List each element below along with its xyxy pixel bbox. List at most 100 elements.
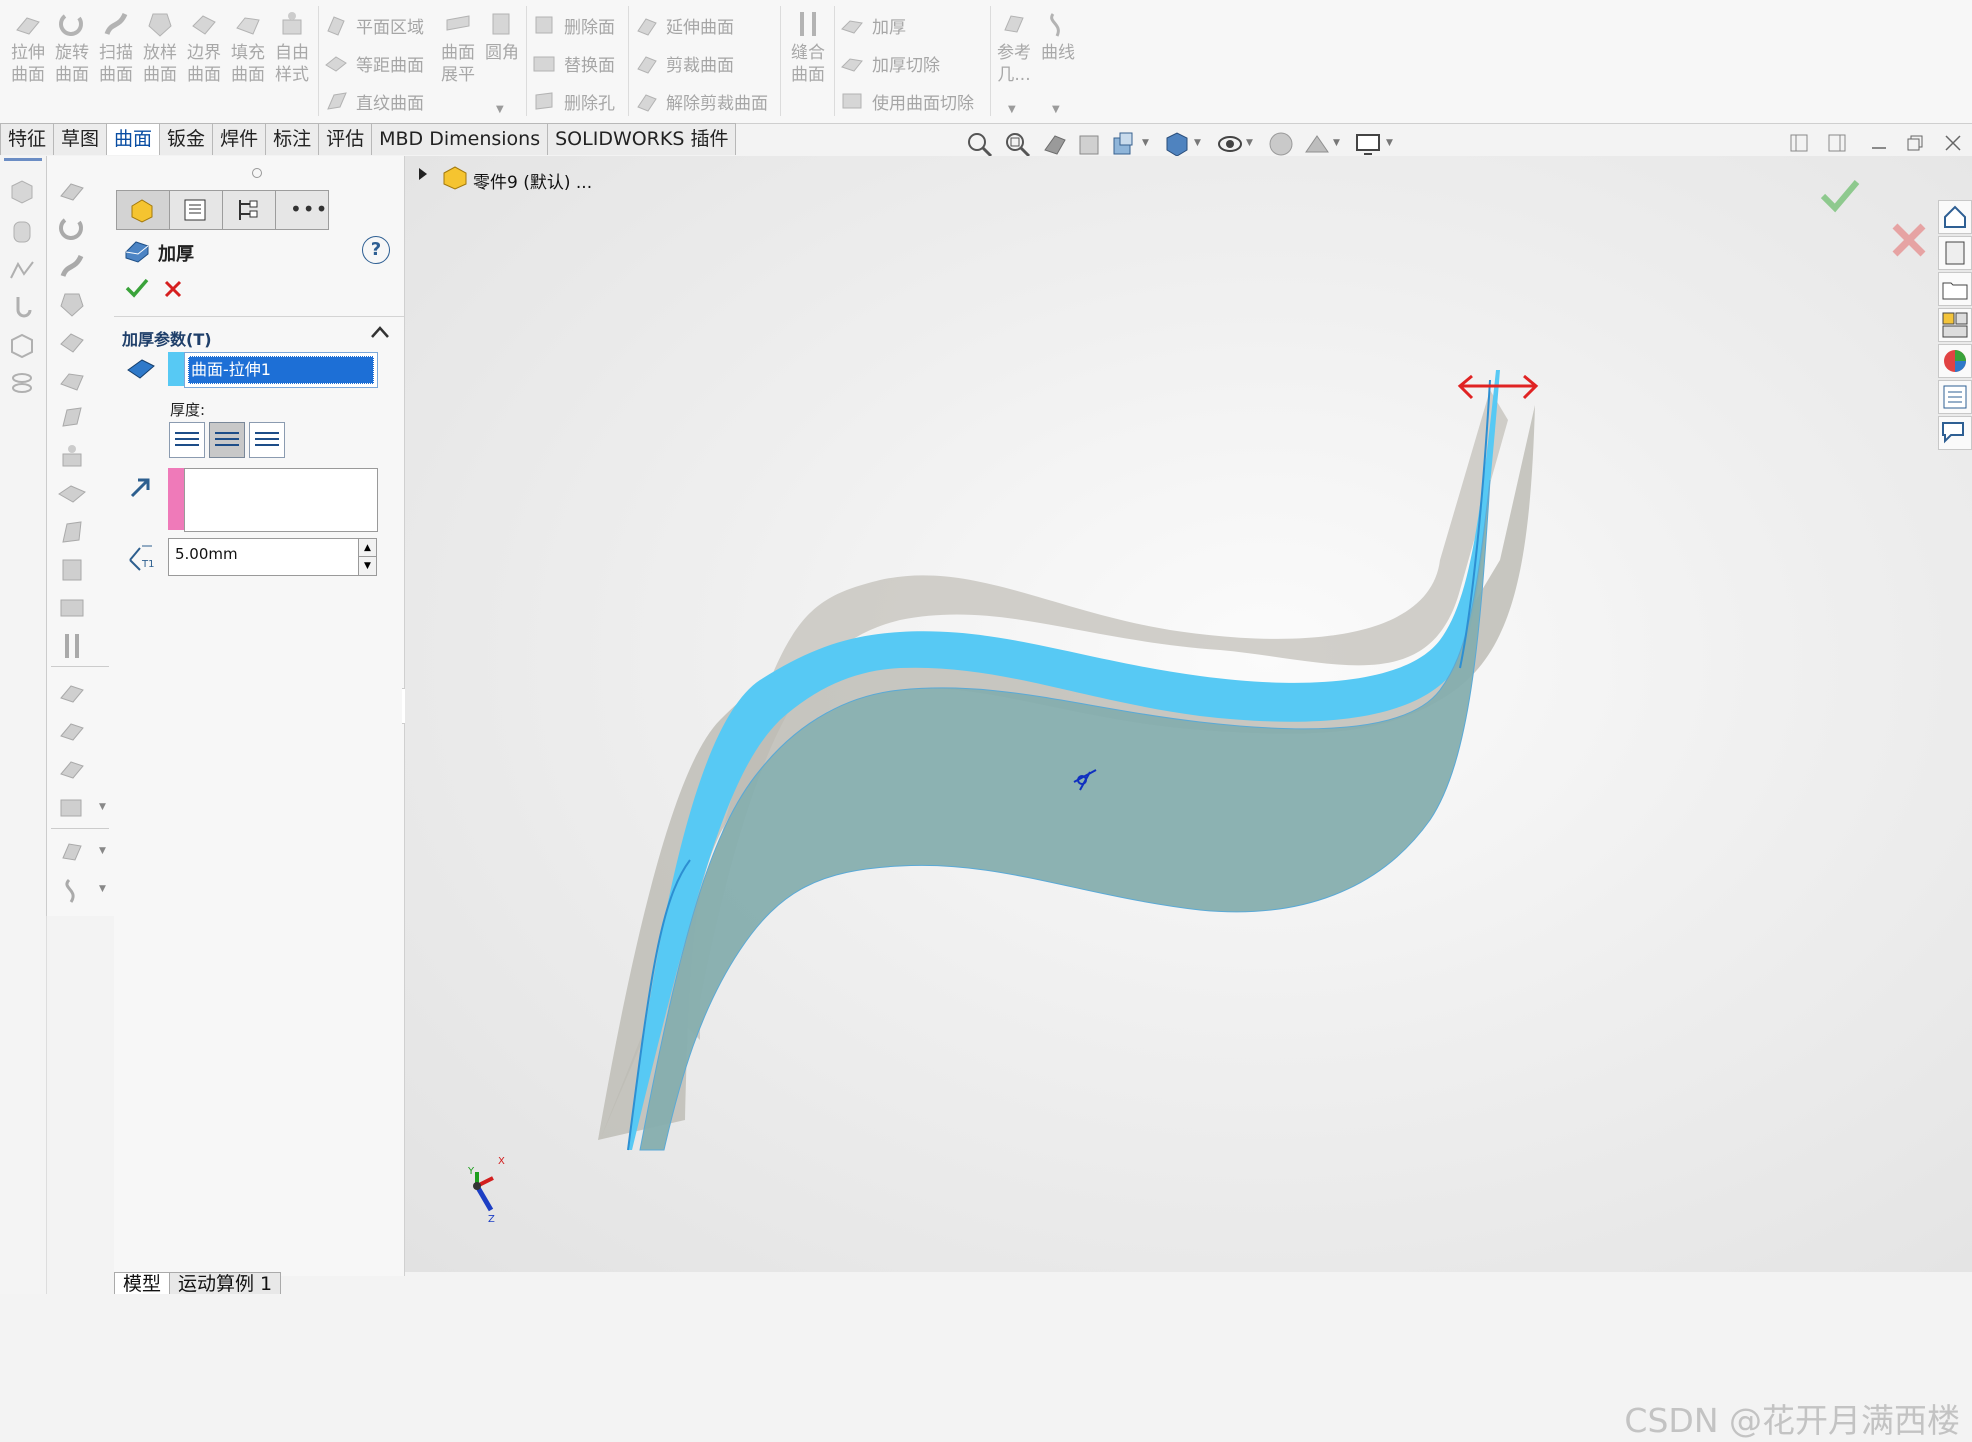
spin-up-icon[interactable]: ▲: [358, 538, 377, 558]
tab-motion-study[interactable]: 运动算例 1: [169, 1272, 282, 1295]
untrim-surface-button[interactable]: 解除剪裁曲面: [634, 84, 768, 118]
planar-surface-button[interactable]: 平面区域: [324, 8, 424, 42]
chevron-down-icon[interactable]: ▼: [1052, 104, 1060, 115]
boundary-surface-icon[interactable]: [57, 328, 87, 356]
reference-geometry-icon[interactable]: [57, 838, 87, 866]
curves-button[interactable]: 曲线: [1036, 0, 1080, 64]
extrude-surface-button[interactable]: 拉伸 曲面: [6, 0, 50, 86]
surface-cut-button[interactable]: 使用曲面切除: [840, 84, 974, 118]
graphics-area[interactable]: 零件9 (默认) ... X Y Z CSDN @花开月满西楼: [405, 156, 1972, 1440]
tab-sketch[interactable]: 草图: [53, 123, 108, 155]
view-settings-icon[interactable]: [1354, 130, 1382, 158]
forum-tab[interactable]: [1938, 416, 1972, 450]
freeform-button[interactable]: 自由 样式: [270, 0, 314, 86]
close-icon[interactable]: [1944, 134, 1962, 152]
chevron-down-icon[interactable]: ▼: [99, 884, 106, 894]
delete-face-icon[interactable]: [57, 556, 87, 584]
freeform-icon[interactable]: [57, 442, 87, 470]
home-tab[interactable]: [1938, 200, 1972, 234]
revolve-surface-icon[interactable]: [57, 214, 87, 242]
tab-model[interactable]: 模型: [114, 1272, 171, 1295]
thicken-side2-button[interactable]: [249, 422, 285, 458]
chevron-down-icon[interactable]: ▼: [1246, 138, 1253, 148]
offset-surface-button[interactable]: 等距曲面: [324, 46, 424, 80]
shell-icon[interactable]: [8, 332, 36, 360]
thickness-input[interactable]: 5.00mm: [168, 538, 360, 576]
configuration-manager-tab[interactable]: [222, 190, 276, 230]
trim-surface-icon[interactable]: [57, 718, 87, 746]
planar-surface-icon[interactable]: [57, 404, 87, 432]
display-style-icon[interactable]: [1163, 130, 1191, 158]
chevron-down-icon[interactable]: ▼: [1008, 104, 1016, 115]
zoom-to-area-icon[interactable]: [1003, 130, 1031, 158]
collapse-chevron-icon[interactable]: [370, 324, 390, 340]
replace-face-icon[interactable]: [57, 594, 87, 622]
knit-surface-button[interactable]: 缝合 曲面: [786, 0, 830, 86]
offset-surface-icon[interactable]: [57, 480, 87, 508]
tile-right-icon[interactable]: [1828, 134, 1846, 152]
chevron-down-icon[interactable]: ▼: [1333, 138, 1340, 148]
selected-surface-item[interactable]: 曲面-拉伸1: [188, 356, 374, 384]
cube-icon[interactable]: [8, 178, 36, 206]
tab-weldments[interactable]: 焊件: [212, 123, 267, 155]
minimize-icon[interactable]: [1870, 134, 1888, 152]
help-icon[interactable]: ?: [362, 236, 390, 264]
extend-surface-icon[interactable]: [57, 680, 87, 708]
tab-mbd-dimensions[interactable]: MBD Dimensions: [371, 123, 549, 155]
tab-surfaces[interactable]: 曲面: [106, 123, 161, 155]
knit-surface-icon[interactable]: [57, 632, 87, 660]
ruled-surface-button[interactable]: 直纹曲面: [324, 84, 424, 118]
boundary-surface-button[interactable]: 边界 曲面: [182, 0, 226, 86]
apply-scene-icon[interactable]: [1303, 130, 1331, 158]
thicken-cut-button[interactable]: 加厚切除: [840, 46, 940, 80]
revolve-surface-button[interactable]: 旋转 曲面: [50, 0, 94, 86]
surface-selection-box[interactable]: 曲面-拉伸1: [184, 352, 378, 388]
property-manager-tab[interactable]: [169, 190, 223, 230]
tab-sheet-metal[interactable]: 钣金: [159, 123, 214, 155]
hook-curve-icon[interactable]: [8, 294, 36, 322]
extend-surface-button[interactable]: 延伸曲面: [634, 8, 734, 42]
hide-show-items-icon[interactable]: [1216, 130, 1244, 158]
edit-appearance-icon[interactable]: [1267, 130, 1295, 158]
thicken-icon[interactable]: [57, 794, 87, 822]
previous-view-icon[interactable]: [1041, 130, 1069, 158]
spin-down-icon[interactable]: ▼: [358, 556, 377, 576]
tab-solidworks-addins[interactable]: SOLIDWORKS 插件: [547, 123, 737, 155]
chevron-down-icon[interactable]: ▼: [496, 104, 504, 115]
thicken-button[interactable]: 加厚: [840, 8, 906, 42]
ok-checkmark-icon[interactable]: [124, 276, 150, 300]
thicken-side1-button[interactable]: [169, 422, 205, 458]
extrude-surface-icon[interactable]: [57, 176, 87, 204]
fill-surface-button[interactable]: 填充 曲面: [226, 0, 270, 86]
tab-evaluate[interactable]: 评估: [318, 123, 373, 155]
view-orientation-icon[interactable]: [1110, 130, 1138, 158]
delete-face-button[interactable]: 删除面: [532, 8, 615, 42]
helix-icon[interactable]: [8, 370, 36, 398]
fill-surface-icon[interactable]: [57, 366, 87, 394]
splitter-handle[interactable]: [252, 168, 262, 178]
loft-surface-icon[interactable]: [57, 290, 87, 318]
design-library-tab[interactable]: [1938, 236, 1972, 270]
chevron-down-icon[interactable]: ▼: [99, 802, 106, 812]
cylinder-icon[interactable]: [8, 218, 36, 246]
chevron-down-icon[interactable]: ▼: [1194, 138, 1201, 148]
file-explorer-tab[interactable]: [1938, 272, 1972, 306]
feature-manager-tab[interactable]: [116, 190, 170, 230]
confirm-checkmark-icon[interactable]: [1817, 176, 1861, 216]
loft-surface-button[interactable]: 放样 曲面: [138, 0, 182, 86]
tile-left-icon[interactable]: [1790, 134, 1808, 152]
chevron-down-icon[interactable]: ▼: [99, 846, 106, 856]
reference-geometry-button[interactable]: 参考 几...: [992, 0, 1036, 86]
replace-face-button[interactable]: 替换面: [532, 46, 615, 80]
tab-features[interactable]: 特征: [0, 123, 55, 155]
sweep-surface-button[interactable]: 扫描 曲面: [94, 0, 138, 86]
chevron-down-icon[interactable]: ▼: [1142, 138, 1149, 148]
zoom-to-fit-icon[interactable]: [965, 130, 993, 158]
tab-markup[interactable]: 标注: [265, 123, 320, 155]
sweep-surface-icon[interactable]: [57, 252, 87, 280]
untrim-surface-icon[interactable]: [57, 756, 87, 784]
direction-selection-box[interactable]: [184, 468, 378, 532]
cancel-x-icon[interactable]: [162, 278, 184, 300]
section-view-icon[interactable]: [1075, 130, 1103, 158]
flatten-surface-button[interactable]: 曲面 展平: [436, 0, 480, 86]
